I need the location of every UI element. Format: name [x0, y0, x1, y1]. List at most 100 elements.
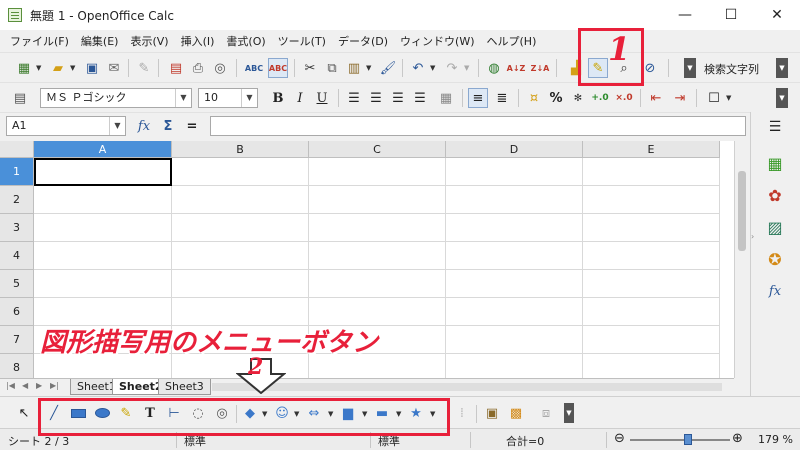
save-icon[interactable]: ▣	[82, 58, 102, 78]
minimize-button[interactable]: —	[662, 0, 708, 30]
menu-edit[interactable]: 編集(E)	[75, 33, 125, 49]
sum-icon[interactable]: Σ	[158, 116, 178, 136]
zoom-level[interactable]: 179 %	[758, 433, 793, 446]
column-header-a[interactable]: A	[34, 141, 172, 158]
find-text-label[interactable]: 検索文字列	[704, 61, 759, 77]
chevron-down-icon[interactable]: ▼	[175, 89, 191, 107]
function-wizard-icon[interactable]: fx	[134, 116, 154, 136]
decrease-indent-icon[interactable]: ⇤	[646, 88, 666, 108]
find-overflow-icon[interactable]: ▼	[776, 58, 788, 78]
new-dropdown-icon[interactable]: ▼	[36, 64, 41, 72]
export-pdf-icon[interactable]: ▤	[166, 58, 186, 78]
borders-icon[interactable]: ☐	[704, 88, 724, 108]
sort-ascending-icon[interactable]: A↓Z	[506, 58, 526, 78]
extrusion-icon[interactable]: ⧈	[536, 403, 556, 423]
undo-dropdown-icon[interactable]: ▼	[430, 64, 435, 72]
styles-icon[interactable]: ▤	[10, 88, 30, 108]
column-header-c[interactable]: C	[309, 141, 446, 158]
cut-icon[interactable]: ✂	[300, 58, 320, 78]
active-cell-a1[interactable]	[34, 158, 172, 186]
menu-tools[interactable]: ツール(T)	[272, 33, 332, 49]
paste-icon[interactable]: ▥	[344, 58, 364, 78]
increase-indent-icon[interactable]: ⇥	[670, 88, 690, 108]
next-sheet-icon[interactable]: ▶	[36, 381, 42, 390]
toolbar-overflow-icon[interactable]: ▼	[684, 58, 696, 78]
align-center-icon[interactable]: ☰	[366, 88, 386, 108]
zoom-out-icon[interactable]: ⊖	[614, 431, 625, 446]
borders-dropdown-icon[interactable]: ▼	[726, 94, 731, 102]
table-row[interactable]	[34, 270, 720, 298]
bold-button[interactable]: B	[268, 88, 288, 108]
prev-sheet-icon[interactable]: ◀	[22, 381, 28, 390]
align-left-icon[interactable]: ☰	[344, 88, 364, 108]
first-sheet-icon[interactable]: |◀	[6, 381, 15, 390]
hyperlink-icon[interactable]: ◍	[484, 58, 504, 78]
drawbar-overflow-icon[interactable]: ▼	[564, 403, 574, 423]
align-center-vertical-icon[interactable]: ≣	[492, 88, 512, 108]
menu-file[interactable]: ファイル(F)	[4, 33, 75, 49]
row-header-5[interactable]: 5	[0, 270, 34, 298]
underline-button[interactable]: U	[312, 88, 332, 108]
new-document-icon[interactable]: ▦	[14, 58, 34, 78]
styles-formatting-icon[interactable]: ✿	[764, 184, 786, 206]
delete-decimal-icon[interactable]: ×.0	[614, 88, 634, 108]
sort-descending-icon[interactable]: Z↓A	[530, 58, 550, 78]
table-row[interactable]	[34, 242, 720, 270]
align-right-icon[interactable]: ☰	[388, 88, 408, 108]
row-header-2[interactable]: 2	[0, 186, 34, 214]
copy-icon[interactable]: ⧉	[322, 58, 342, 78]
menu-insert[interactable]: 挿入(I)	[175, 33, 221, 49]
row-header-4[interactable]: 4	[0, 242, 34, 270]
function-icon[interactable]: =	[182, 116, 202, 136]
font-name-combo[interactable]: ＭＳ Ｐゴシック ▼	[40, 88, 192, 108]
sidebar-collapse-icon[interactable]: ›	[751, 232, 754, 241]
fontwork-gallery-icon[interactable]: ▣	[482, 403, 502, 423]
italic-button[interactable]: I	[290, 88, 310, 108]
print-icon[interactable]: ⎙	[188, 58, 208, 78]
merge-cells-icon[interactable]: ▦	[436, 88, 456, 108]
select-all-corner[interactable]	[0, 141, 34, 158]
select-pointer-icon[interactable]: ↖	[14, 403, 34, 423]
menu-format[interactable]: 書式(O)	[220, 33, 271, 49]
auto-spellcheck-icon[interactable]: ABC	[268, 58, 288, 78]
column-header-d[interactable]: D	[446, 141, 583, 158]
print-preview-icon[interactable]: ◎	[210, 58, 230, 78]
open-dropdown-icon[interactable]: ▼	[70, 64, 75, 72]
redo-icon[interactable]: ↷	[442, 58, 462, 78]
gallery-icon[interactable]: ▨	[764, 216, 786, 238]
row-header-3[interactable]: 3	[0, 214, 34, 242]
menu-data[interactable]: データ(D)	[332, 33, 394, 49]
chevron-down-icon[interactable]: ▼	[109, 117, 125, 135]
zoom-in-icon[interactable]: ⊕	[732, 431, 743, 446]
percent-button[interactable]: %	[546, 88, 566, 108]
sheet-tab-sheet3[interactable]: Sheet3	[158, 379, 211, 395]
paste-dropdown-icon[interactable]: ▼	[366, 64, 371, 72]
horizontal-scrollbar[interactable]	[212, 383, 722, 391]
align-top-icon[interactable]: ≡	[468, 88, 488, 108]
menu-help[interactable]: ヘルプ(H)	[481, 33, 543, 49]
points-icon[interactable]: ⁞	[452, 403, 472, 423]
zoom-slider[interactable]	[630, 439, 730, 441]
menu-window[interactable]: ウィンドウ(W)	[394, 33, 480, 49]
edit-file-icon[interactable]: ✎	[134, 58, 154, 78]
currency-icon[interactable]: ¤	[524, 88, 544, 108]
row-header-1[interactable]: 1	[0, 158, 34, 186]
undo-icon[interactable]: ↶	[408, 58, 428, 78]
chevron-down-icon[interactable]: ▼	[241, 89, 257, 107]
zoom-slider-thumb[interactable]	[684, 434, 692, 445]
formula-input[interactable]	[210, 116, 746, 136]
mail-icon[interactable]: ✉	[104, 58, 124, 78]
column-header-e[interactable]: E	[583, 141, 720, 158]
clone-formatting-icon[interactable]: 🖌	[378, 58, 398, 78]
sidebar-menu-icon[interactable]: ☰	[764, 116, 786, 138]
row-header-7[interactable]: 7	[0, 326, 34, 354]
redo-dropdown-icon[interactable]: ▼	[464, 64, 469, 72]
from-file-icon[interactable]: ▩	[506, 403, 526, 423]
table-row[interactable]	[34, 214, 720, 242]
standard-format-icon[interactable]: ✻	[568, 88, 588, 108]
column-header-b[interactable]: B	[172, 141, 309, 158]
justify-icon[interactable]: ☰	[410, 88, 430, 108]
open-folder-icon[interactable]: ▰	[48, 58, 68, 78]
spellcheck-icon[interactable]: ABC	[244, 58, 264, 78]
row-header-8[interactable]: 8	[0, 354, 34, 378]
